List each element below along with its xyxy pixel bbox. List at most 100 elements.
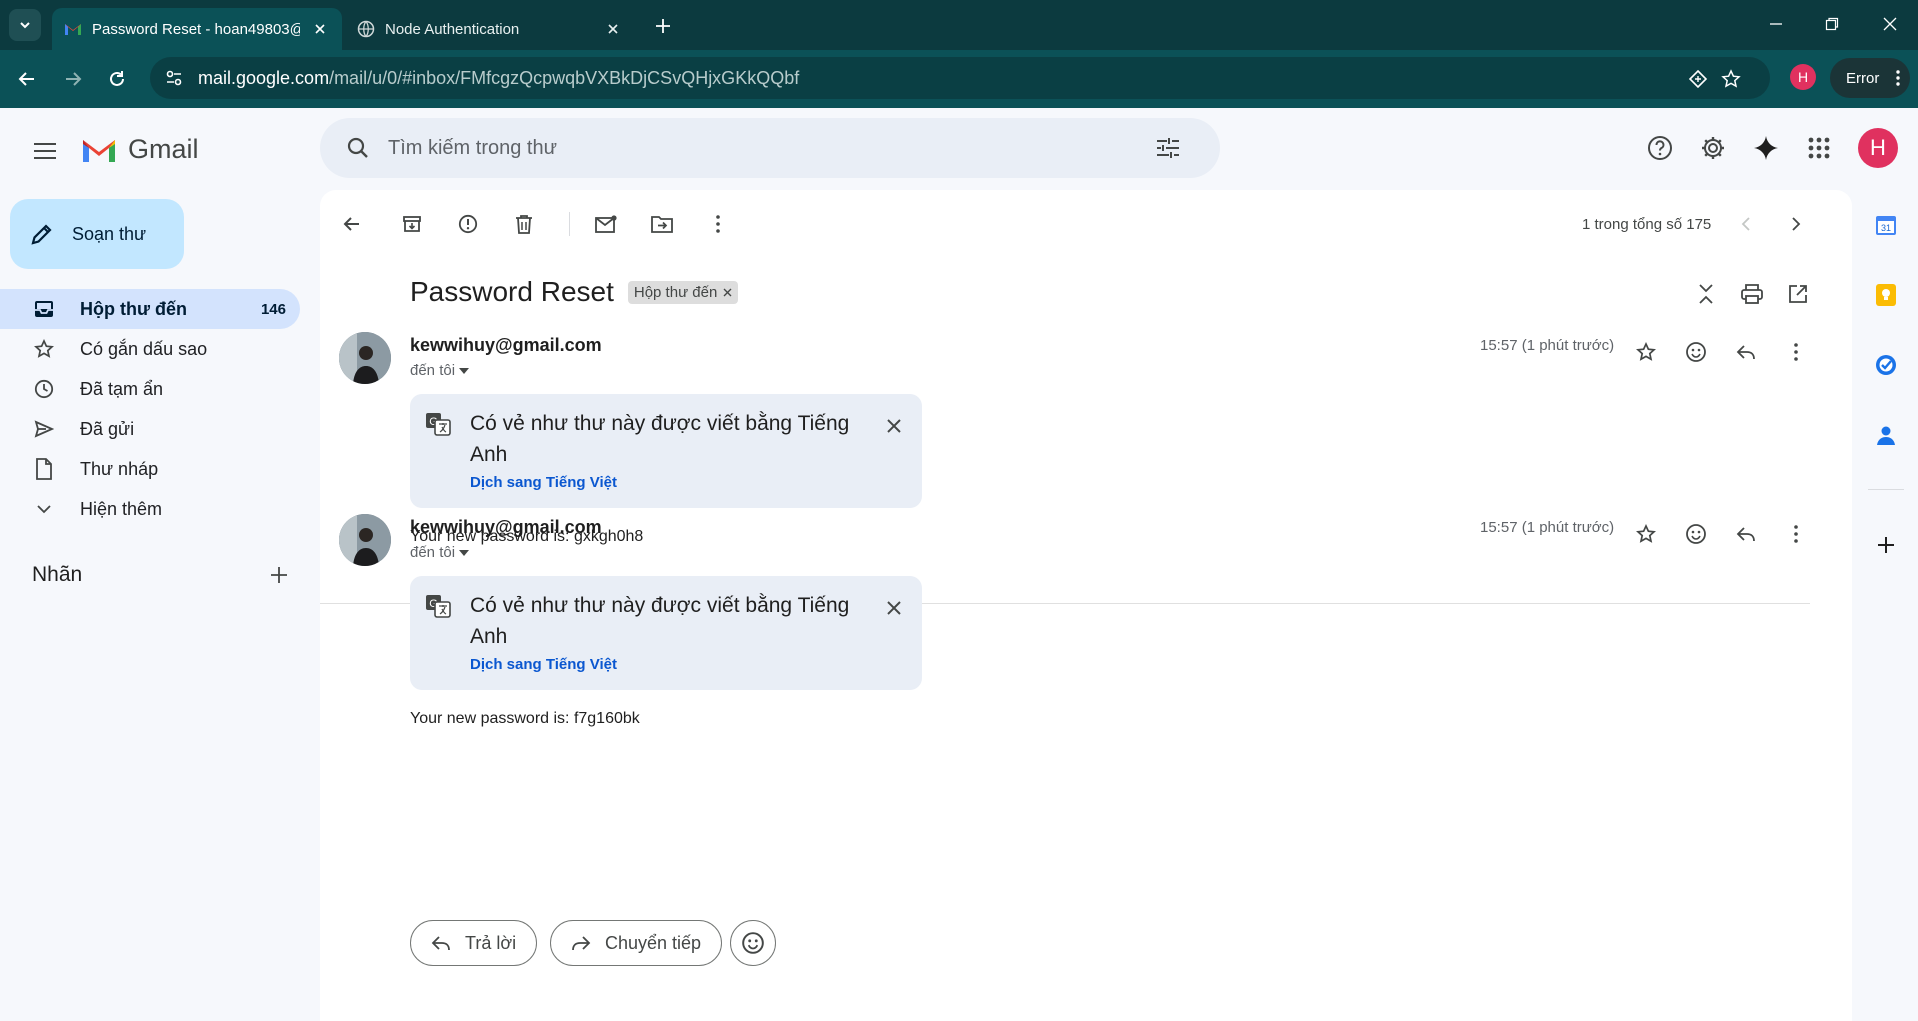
get-addons-plus-icon[interactable]: [1868, 527, 1904, 563]
sidebar-nav: Hộp thư đến 146 Có gắn dấu sao Đã tạm ẩn…: [0, 289, 300, 529]
reply-button[interactable]: Trả lời: [410, 920, 538, 966]
back-to-inbox-icon[interactable]: [332, 204, 372, 244]
translate-link[interactable]: Dịch sang Tiếng Việt: [470, 656, 617, 673]
star-message-icon[interactable]: [1626, 514, 1666, 554]
new-tab-button[interactable]: [650, 13, 676, 39]
translate-banner: G Có vẻ như thư này được viết bằng Tiếng…: [410, 394, 922, 508]
reply-icon[interactable]: [1726, 332, 1766, 372]
tab-search-button[interactable]: [9, 9, 41, 41]
sender-email[interactable]: kewwihuy@gmail.com: [410, 335, 602, 356]
search-input[interactable]: [388, 136, 1148, 160]
recipient-text: đến tôi: [410, 362, 456, 379]
error-label: Error: [1846, 69, 1880, 87]
tab-password-reset[interactable]: Password Reset - hoan49803@gmail.com - G…: [52, 8, 342, 50]
bookmark-star-icon[interactable]: [1718, 66, 1744, 92]
restore-button[interactable]: [1818, 12, 1846, 36]
sender-email[interactable]: kewwihuy@gmail.com: [410, 517, 602, 538]
compose-button[interactable]: Soạn thư: [10, 199, 184, 269]
search-bar: [320, 118, 1220, 178]
open-in-new-window-icon[interactable]: [1778, 274, 1818, 314]
sidebar-item-sent[interactable]: Đã gửi: [0, 409, 300, 449]
help-icon[interactable]: [1640, 128, 1680, 168]
inbox-unread-count: 146: [260, 300, 286, 318]
contacts-icon[interactable]: [1868, 417, 1904, 453]
sidebar-item-label: Có gắn dấu sao: [80, 338, 208, 359]
add-label-icon[interactable]: [270, 566, 288, 584]
back-button[interactable]: [12, 64, 42, 94]
sidebar-item-label: Hộp thư đến: [80, 298, 188, 319]
close-icon[interactable]: [880, 594, 908, 622]
keep-notes-icon[interactable]: [1868, 277, 1904, 313]
forward-icon: [572, 936, 591, 951]
translate-link[interactable]: Dịch sang Tiếng Việt: [470, 474, 617, 491]
close-tab-icon[interactable]: [603, 19, 623, 39]
forward-button[interactable]: Chuyển tiếp: [550, 920, 723, 966]
toolbar-divider: [569, 212, 570, 236]
browser-profile-avatar[interactable]: H: [1790, 64, 1816, 90]
close-tab-icon[interactable]: [310, 19, 330, 39]
reload-button[interactable]: [102, 64, 132, 94]
archive-icon[interactable]: [392, 204, 432, 244]
message-more-icon[interactable]: [1776, 514, 1816, 554]
star-message-icon[interactable]: [1626, 332, 1666, 372]
close-icon[interactable]: [880, 412, 908, 440]
remove-label-icon[interactable]: [723, 288, 732, 297]
calendar-icon[interactable]: 31: [1868, 207, 1904, 243]
message-more-icon[interactable]: [1776, 332, 1816, 372]
label-chip[interactable]: Hộp thư đến: [627, 280, 739, 304]
mark-unread-icon[interactable]: [586, 204, 626, 244]
arrow-right-icon: [66, 72, 82, 86]
sidebar-item-snoozed[interactable]: Đã tạm ẩn: [0, 369, 300, 409]
recipient-line[interactable]: đến tôi: [410, 362, 470, 379]
newer-chevron-left-icon[interactable]: [1726, 204, 1766, 244]
emoji-reaction-icon[interactable]: [1676, 514, 1716, 554]
gemini-sparkle-icon[interactable]: [1746, 128, 1786, 168]
arrow-left-icon: [18, 72, 34, 86]
minimize-button[interactable]: [1762, 12, 1790, 36]
emoji-reaction-icon[interactable]: [1676, 332, 1716, 372]
reply-icon[interactable]: [1726, 514, 1766, 554]
sidebar-item-more[interactable]: Hiện thêm: [0, 489, 300, 529]
omnibox[interactable]: mail.google.com/mail/u/0/#inbox/FMfcgzQc…: [150, 57, 1770, 99]
translate-page-icon[interactable]: [1685, 66, 1711, 92]
forward-button[interactable]: [58, 64, 88, 94]
main-menu-button[interactable]: [28, 134, 62, 168]
sidebar-item-starred[interactable]: Có gắn dấu sao: [0, 329, 300, 369]
sender-avatar[interactable]: [339, 514, 391, 566]
inbox-icon: [32, 297, 56, 321]
error-menu-button[interactable]: Error: [1830, 58, 1910, 98]
sender-avatar[interactable]: [339, 332, 391, 384]
more-options-icon[interactable]: [698, 204, 738, 244]
chevron-down-icon: [20, 22, 30, 29]
translate-message: Có vẻ như thư này được viết bằng Tiếng A…: [470, 594, 850, 648]
print-icon[interactable]: [1732, 274, 1772, 314]
tasks-icon[interactable]: [1868, 347, 1904, 383]
address-bar: mail.google.com/mail/u/0/#inbox/FMfcgzQc…: [0, 50, 1918, 108]
gmail-logo[interactable]: Gmail: [80, 134, 199, 165]
sidebar-item-inbox[interactable]: Hộp thư đến 146: [0, 289, 300, 329]
recipient-line[interactable]: đến tôi: [410, 544, 470, 561]
url-path: /mail/u/0/#inbox/FMfcgzQcpwqbVXBkDjCSvQH…: [329, 67, 800, 88]
account-avatar[interactable]: H: [1858, 128, 1898, 168]
settings-gear-icon[interactable]: [1693, 128, 1733, 168]
search-options-icon[interactable]: [1148, 128, 1188, 168]
search-icon[interactable]: [338, 128, 378, 168]
emoji-reaction-button[interactable]: [730, 920, 776, 966]
tab-node-authentication[interactable]: Node Authentication: [345, 8, 635, 50]
close-window-button[interactable]: [1876, 12, 1904, 36]
move-to-icon[interactable]: [642, 204, 682, 244]
gmail-brand-text: Gmail: [128, 134, 199, 164]
older-chevron-right-icon[interactable]: [1776, 204, 1816, 244]
site-info-icon[interactable]: [154, 58, 194, 98]
gmail-favicon-icon: [65, 24, 81, 35]
apps-grid-icon[interactable]: [1799, 128, 1839, 168]
delete-trash-icon[interactable]: [504, 204, 544, 244]
message-panel: 1 trong tổng số 175 Password Reset Hộp t…: [320, 190, 1852, 1021]
report-spam-icon[interactable]: [448, 204, 488, 244]
subject-title: Password Reset: [410, 276, 614, 307]
sidebar-item-drafts[interactable]: Thư nháp: [0, 449, 300, 489]
collapse-all-icon[interactable]: [1686, 274, 1726, 314]
message-time: 15:57 (1 phút trước): [1480, 519, 1615, 536]
label-chip-text: Hộp thư đến: [633, 283, 718, 301]
subject-line: Password Reset Hộp thư đến: [410, 276, 739, 308]
